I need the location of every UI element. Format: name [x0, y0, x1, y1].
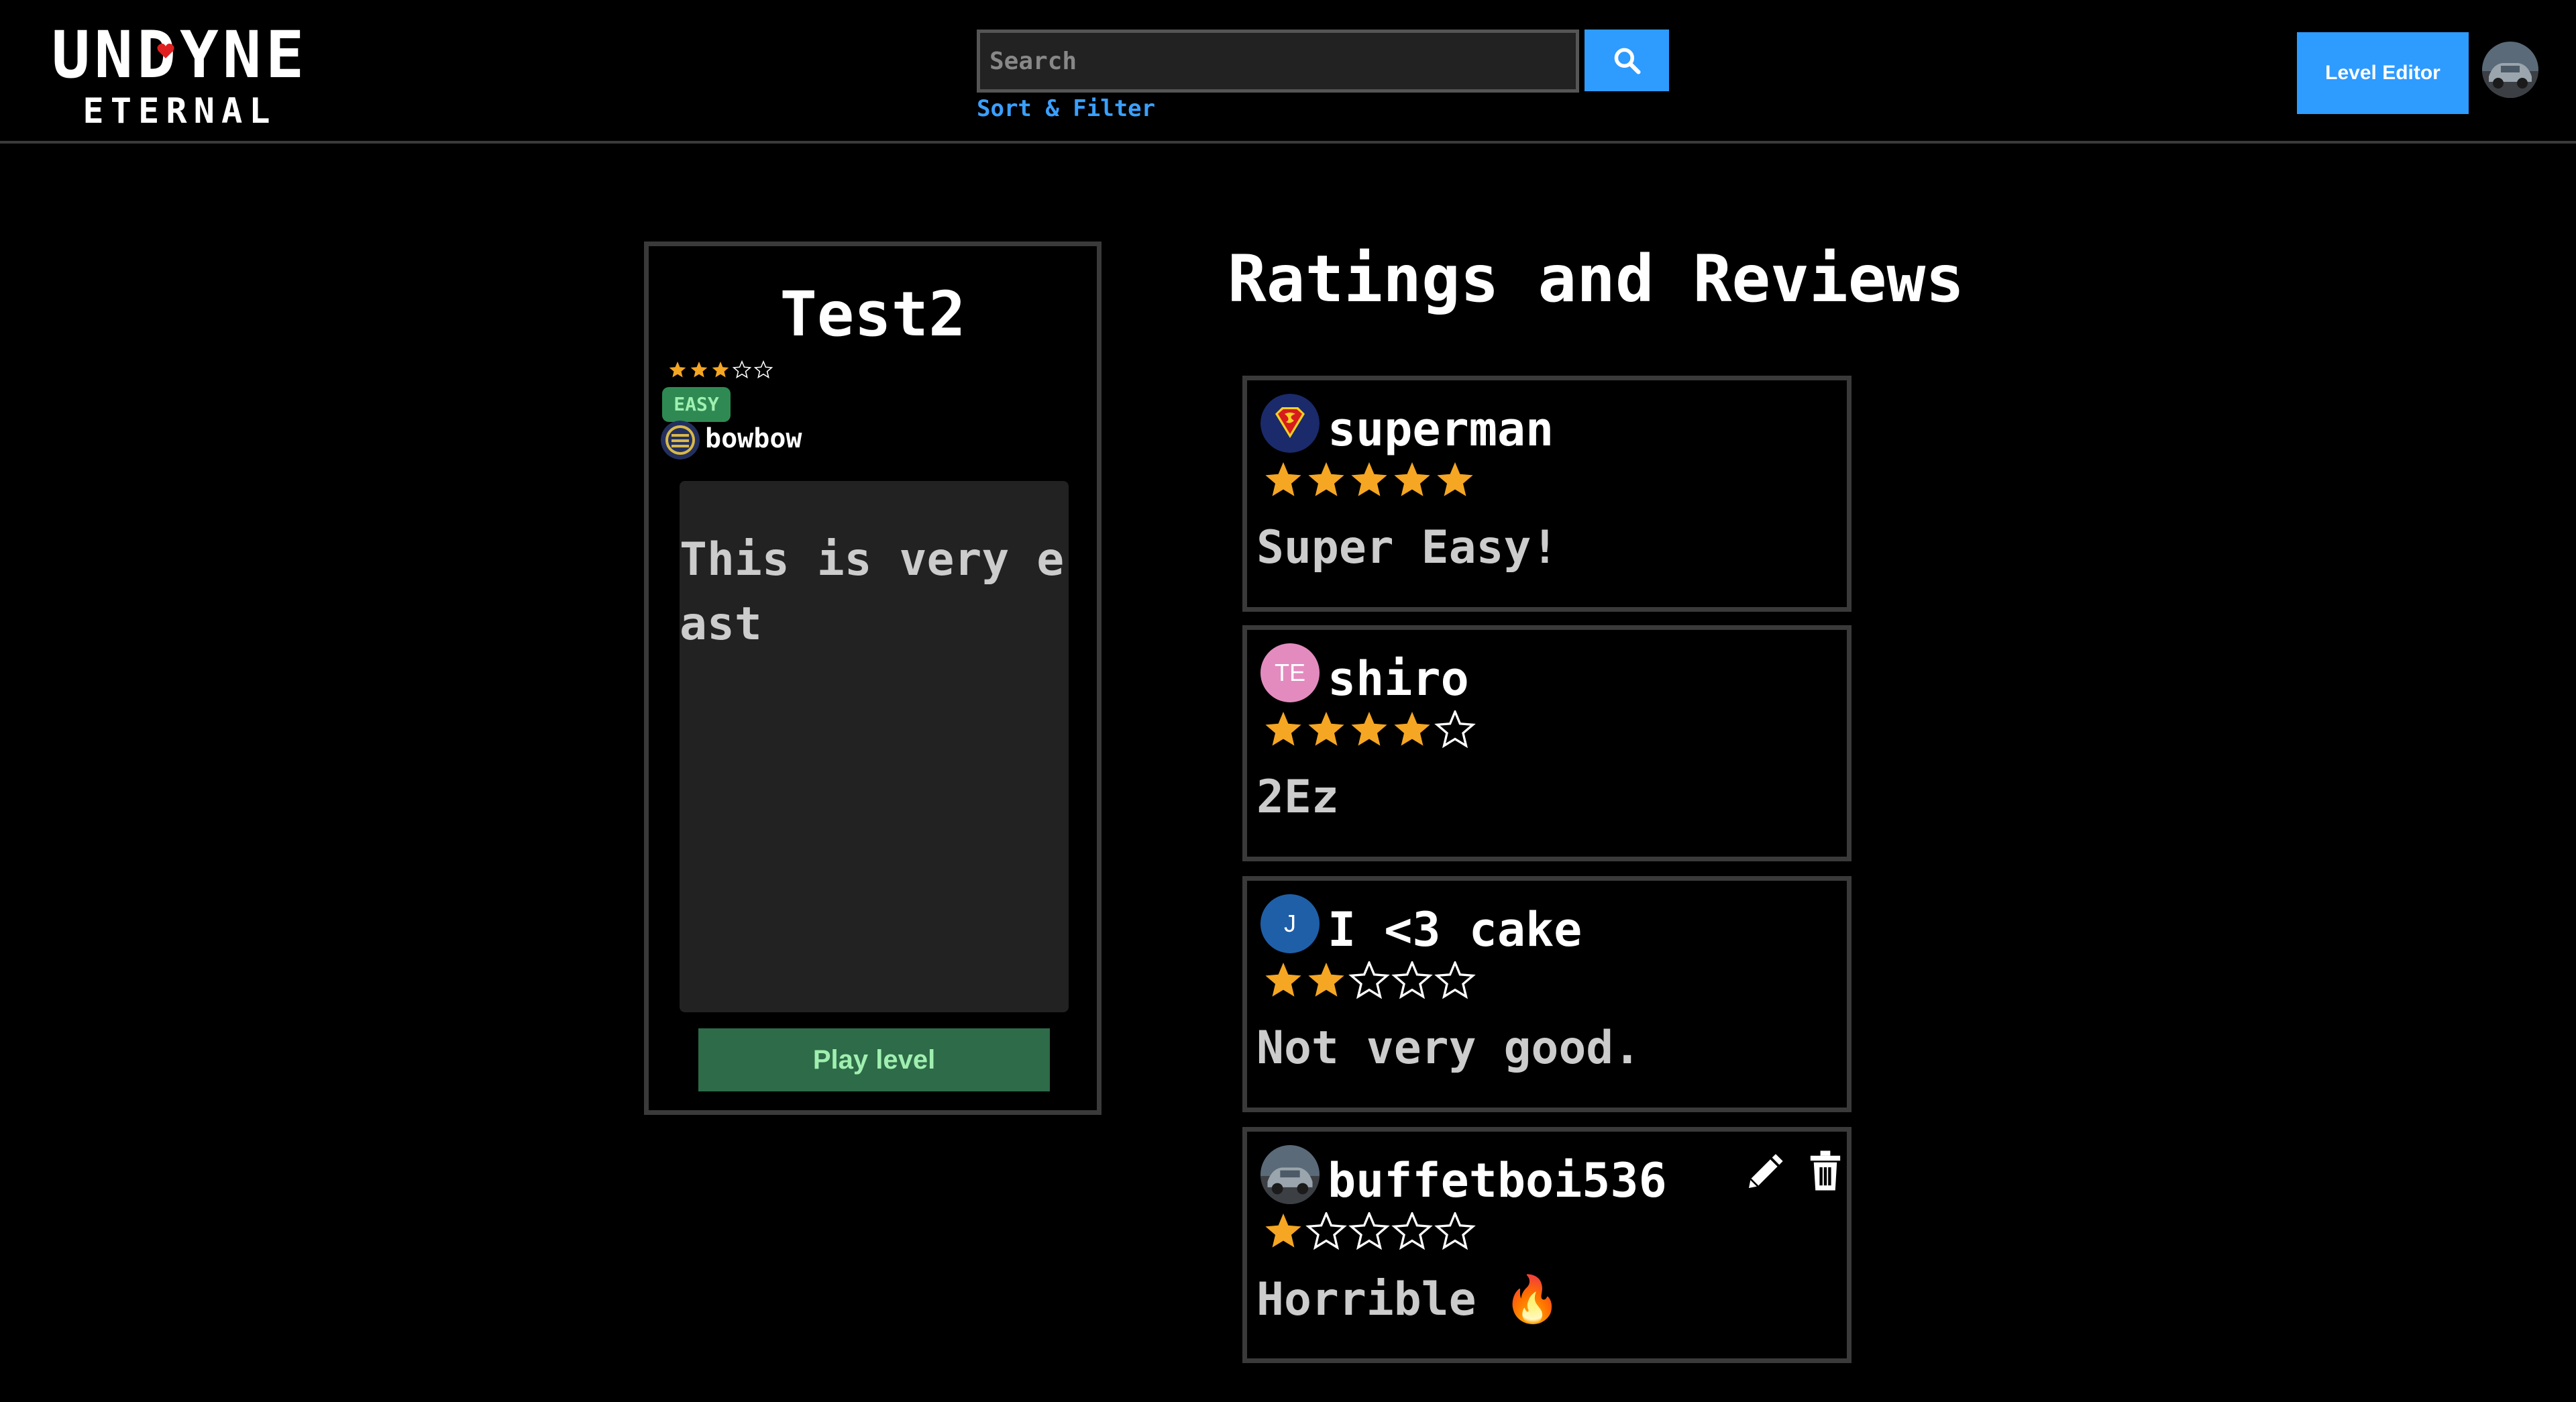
- sort-filter-link[interactable]: Sort & Filter: [977, 95, 1155, 122]
- avatar-initials: TE: [1274, 659, 1305, 686]
- reviewer-name[interactable]: I <3 cake: [1328, 902, 1582, 957]
- car-photo-icon: [1260, 1145, 1320, 1204]
- star-empty-icon: [1348, 1212, 1390, 1250]
- author-avatar[interactable]: [661, 421, 700, 460]
- level-editor-button[interactable]: Level Editor: [2297, 32, 2469, 114]
- edit-pencil-icon[interactable]: [1743, 1150, 1786, 1193]
- difficulty-badge: EASY: [662, 387, 731, 422]
- review-rating-stars: [1265, 710, 1476, 749]
- star-filled-icon: [1308, 712, 1344, 746]
- logo-title: UNDYNE: [51, 17, 309, 93]
- trash-icon[interactable]: [1805, 1149, 1845, 1192]
- logo-subtitle: ETERNAL: [83, 91, 277, 131]
- star-filled-icon: [690, 362, 708, 378]
- review-card: J I <3 cake Not very good.: [1242, 876, 1851, 1112]
- reviewer-name[interactable]: superman: [1328, 402, 1554, 457]
- review-rating-stars: [1265, 1212, 1476, 1250]
- avatar-initials: J: [1284, 910, 1296, 937]
- review-text: 2Ez: [1256, 771, 1339, 824]
- reviewer-name[interactable]: buffetboi536: [1328, 1153, 1667, 1208]
- user-avatar[interactable]: [2482, 42, 2538, 98]
- reviewer-avatar[interactable]: J: [1260, 894, 1320, 953]
- review-rating-stars: [1265, 462, 1473, 496]
- review-text: Horrible 🔥: [1256, 1273, 1561, 1326]
- search-button[interactable]: [1585, 30, 1669, 91]
- star-filled-icon: [1265, 1214, 1301, 1248]
- review-text: Not very good.: [1256, 1022, 1642, 1075]
- author-name[interactable]: bowbow: [705, 423, 802, 454]
- star-filled-icon: [712, 362, 729, 378]
- reviewer-avatar[interactable]: [1260, 1145, 1320, 1204]
- review-text: Super Easy!: [1256, 521, 1559, 574]
- star-filled-icon: [1308, 462, 1344, 496]
- star-filled-icon: [1394, 712, 1430, 746]
- level-description: This is very east: [680, 481, 1069, 1012]
- star-empty-icon: [732, 360, 752, 379]
- star-empty-icon: [1348, 961, 1390, 1000]
- heart-icon: [157, 44, 174, 58]
- review-card: TE shiro 2Ez: [1242, 625, 1851, 861]
- star-filled-icon: [1437, 462, 1473, 496]
- star-empty-icon: [753, 360, 773, 379]
- level-title: Test2: [780, 278, 966, 350]
- reviewer-avatar[interactable]: [1260, 394, 1320, 453]
- car-photo-icon: [2482, 42, 2538, 98]
- star-filled-icon: [1308, 963, 1344, 997]
- star-empty-icon: [1391, 961, 1433, 1000]
- level-rating-stars: [669, 360, 773, 379]
- star-empty-icon: [1434, 961, 1476, 1000]
- star-filled-icon: [1265, 462, 1301, 496]
- star-empty-icon: [1305, 1212, 1347, 1250]
- star-empty-icon: [1434, 710, 1476, 749]
- search-icon: [1614, 48, 1641, 74]
- star-filled-icon: [1394, 462, 1430, 496]
- level-card: Test2 EASY bowbow This is very east Play…: [644, 241, 1102, 1115]
- reviews-heading: Ratings and Reviews: [1228, 241, 1965, 317]
- star-filled-icon: [1265, 712, 1301, 746]
- search-input[interactable]: [977, 30, 1579, 93]
- reviewer-avatar[interactable]: TE: [1260, 643, 1320, 702]
- reviewer-name[interactable]: shiro: [1328, 651, 1469, 706]
- review-card: superman Super Easy!: [1242, 376, 1851, 612]
- top-bar: UNDYNE ETERNAL Sort & Filter Level Edito…: [0, 0, 2576, 144]
- star-empty-icon: [1434, 1212, 1476, 1250]
- play-level-button[interactable]: Play level: [698, 1028, 1050, 1091]
- author-avatar-icon: [661, 421, 700, 460]
- star-filled-icon: [1265, 963, 1301, 997]
- star-empty-icon: [1391, 1212, 1433, 1250]
- star-filled-icon: [669, 362, 686, 378]
- superman-logo-icon: [1260, 394, 1320, 453]
- star-filled-icon: [1351, 712, 1387, 746]
- review-card: buffetboi536 Horrible 🔥: [1242, 1127, 1851, 1363]
- star-filled-icon: [1351, 462, 1387, 496]
- review-rating-stars: [1265, 961, 1476, 1000]
- undyne-eternal-logo[interactable]: UNDYNE ETERNAL: [25, 17, 334, 130]
